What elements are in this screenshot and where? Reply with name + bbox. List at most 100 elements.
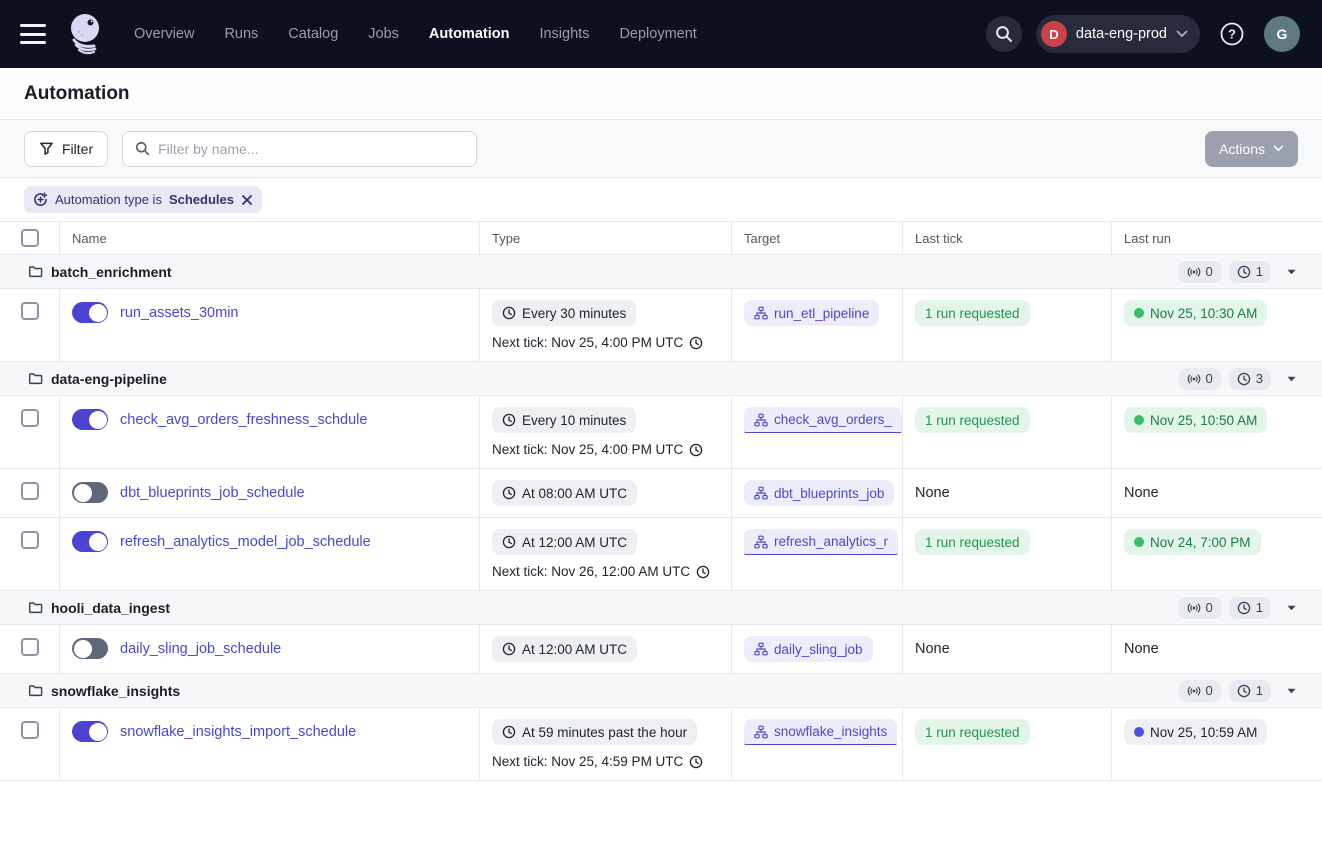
- run-started-dot: [1134, 727, 1144, 737]
- last-tick-status[interactable]: 1 run requested: [915, 719, 1030, 745]
- filter-chip-automation-type[interactable]: Automation type is Schedules: [24, 186, 262, 213]
- schedule-name-link[interactable]: refresh_analytics_model_job_schedule: [120, 529, 371, 555]
- last-tick-cell: 1 run requested: [903, 289, 1112, 361]
- sensor-icon: [1187, 602, 1201, 614]
- target-pill[interactable]: daily_sling_job: [744, 636, 873, 662]
- schedule-name-link[interactable]: snowflake_insights_import_schedule: [120, 719, 356, 745]
- last-run-status[interactable]: Nov 25, 10:30 AM: [1124, 300, 1267, 326]
- collapse-group-button[interactable]: [1283, 267, 1300, 277]
- sensor-count-badge: 0: [1179, 680, 1221, 702]
- run-success-dot: [1134, 537, 1144, 547]
- nav-item-insights[interactable]: Insights: [539, 26, 589, 42]
- job-graph-icon: [754, 535, 768, 549]
- schedule-toggle[interactable]: [72, 638, 108, 659]
- column-header-last-tick: Last tick: [903, 222, 1112, 254]
- row-checkbox[interactable]: [21, 721, 39, 739]
- clock-icon: [502, 413, 516, 427]
- filter-button[interactable]: Filter: [24, 131, 108, 167]
- group-name: data-eng-pipeline: [51, 371, 167, 387]
- funnel-icon: [39, 141, 54, 156]
- schedule-interval-pill: Every 10 minutes: [492, 407, 636, 433]
- last-run-cell: Nov 25, 10:59 AM: [1112, 708, 1322, 780]
- select-all-checkbox[interactable]: [21, 229, 39, 247]
- nav-item-catalog[interactable]: Catalog: [288, 26, 338, 42]
- target-pill[interactable]: run_etl_pipeline: [744, 300, 879, 326]
- schedule-toggle[interactable]: [72, 409, 108, 430]
- target-pill[interactable]: dbt_blueprints_job: [744, 480, 894, 506]
- automation-type-icon: [33, 192, 48, 207]
- automation-row: refresh_analytics_model_job_scheduleAt 1…: [0, 518, 1322, 591]
- nav-item-automation[interactable]: Automation: [429, 26, 510, 42]
- automation-row: check_avg_orders_freshness_schdule Every …: [0, 396, 1322, 469]
- last-run-cell: Nov 25, 10:30 AM: [1112, 289, 1322, 361]
- row-checkbox[interactable]: [21, 531, 39, 549]
- nav-item-overview[interactable]: Overview: [134, 26, 194, 42]
- sensor-count-badge: 0: [1179, 368, 1221, 390]
- nav-item-deployment[interactable]: Deployment: [619, 26, 696, 42]
- actions-button[interactable]: Actions: [1205, 131, 1298, 167]
- clock-icon: [689, 755, 703, 769]
- target-pill[interactable]: refresh_analytics_r: [744, 529, 898, 555]
- sensor-icon: [1187, 373, 1201, 385]
- target-cell: dbt_blueprints_job: [732, 469, 903, 517]
- schedule-toggle[interactable]: [72, 482, 108, 503]
- last-tick-cell: None: [903, 625, 1112, 673]
- clock-icon: [1237, 265, 1251, 279]
- row-checkbox[interactable]: [21, 302, 39, 320]
- target-cell: snowflake_insights: [732, 708, 903, 780]
- row-checkbox[interactable]: [21, 638, 39, 656]
- schedule-name-link[interactable]: daily_sling_job_schedule: [120, 636, 281, 662]
- column-header-target: Target: [732, 222, 903, 254]
- last-tick-status[interactable]: 1 run requested: [915, 407, 1030, 433]
- group-row: snowflake_insights01: [0, 674, 1322, 708]
- toolbar: Filter Actions: [0, 120, 1322, 178]
- type-cell: At 08:00 AM UTC: [480, 469, 732, 517]
- group-row: hooli_data_ingest01: [0, 591, 1322, 625]
- row-checkbox[interactable]: [21, 482, 39, 500]
- schedule-name-link[interactable]: run_assets_30min: [120, 300, 239, 326]
- collapse-group-button[interactable]: [1283, 686, 1300, 696]
- schedule-toggle[interactable]: [72, 531, 108, 552]
- clock-icon: [502, 535, 516, 549]
- name-filter-input[interactable]: [158, 141, 464, 157]
- dagster-logo-icon[interactable]: [64, 10, 108, 58]
- actions-button-label: Actions: [1219, 141, 1265, 157]
- clock-icon: [502, 306, 516, 320]
- target-pill[interactable]: check_avg_orders_: [744, 407, 902, 433]
- user-avatar[interactable]: G: [1264, 16, 1300, 52]
- target-cell: check_avg_orders_: [732, 396, 903, 468]
- folder-icon: [28, 371, 43, 386]
- last-tick-cell: None: [903, 469, 1112, 517]
- search-icon[interactable]: [986, 16, 1022, 52]
- last-run-status[interactable]: Nov 25, 10:59 AM: [1124, 719, 1267, 745]
- collapse-group-button[interactable]: [1283, 374, 1300, 384]
- column-header-last-run: Last run: [1112, 222, 1322, 254]
- collapse-group-button[interactable]: [1283, 603, 1300, 613]
- schedule-name-link[interactable]: check_avg_orders_freshness_schdule: [120, 407, 367, 433]
- schedule-count-badge: 1: [1229, 680, 1271, 702]
- schedule-interval-pill: At 12:00 AM UTC: [492, 636, 637, 662]
- job-graph-icon: [754, 306, 768, 320]
- collapse-caret-icon: [1287, 605, 1296, 611]
- last-run-cell: None: [1112, 469, 1322, 517]
- schedule-interval-pill: At 08:00 AM UTC: [492, 480, 637, 506]
- deployment-initial: D: [1041, 21, 1067, 47]
- schedule-toggle[interactable]: [72, 721, 108, 742]
- last-tick-status[interactable]: 1 run requested: [915, 529, 1030, 555]
- collapse-caret-icon: [1287, 688, 1296, 694]
- last-run-status[interactable]: Nov 24, 7:00 PM: [1124, 529, 1261, 555]
- remove-filter-icon[interactable]: [241, 194, 253, 206]
- nav-item-runs[interactable]: Runs: [224, 26, 258, 42]
- help-icon[interactable]: ?: [1214, 16, 1250, 52]
- next-tick: Next tick: Nov 25, 4:59 PM UTC: [492, 754, 719, 769]
- nav-item-jobs[interactable]: Jobs: [368, 26, 399, 42]
- schedule-name-link[interactable]: dbt_blueprints_job_schedule: [120, 480, 305, 506]
- deployment-switcher[interactable]: D data-eng-prod: [1036, 15, 1200, 53]
- menu-icon[interactable]: [20, 24, 46, 44]
- schedule-toggle[interactable]: [72, 302, 108, 323]
- target-pill[interactable]: snowflake_insights: [744, 719, 897, 745]
- row-checkbox[interactable]: [21, 409, 39, 427]
- target-cell: run_etl_pipeline: [732, 289, 903, 361]
- last-tick-status[interactable]: 1 run requested: [915, 300, 1030, 326]
- last-run-status[interactable]: Nov 25, 10:50 AM: [1124, 407, 1267, 433]
